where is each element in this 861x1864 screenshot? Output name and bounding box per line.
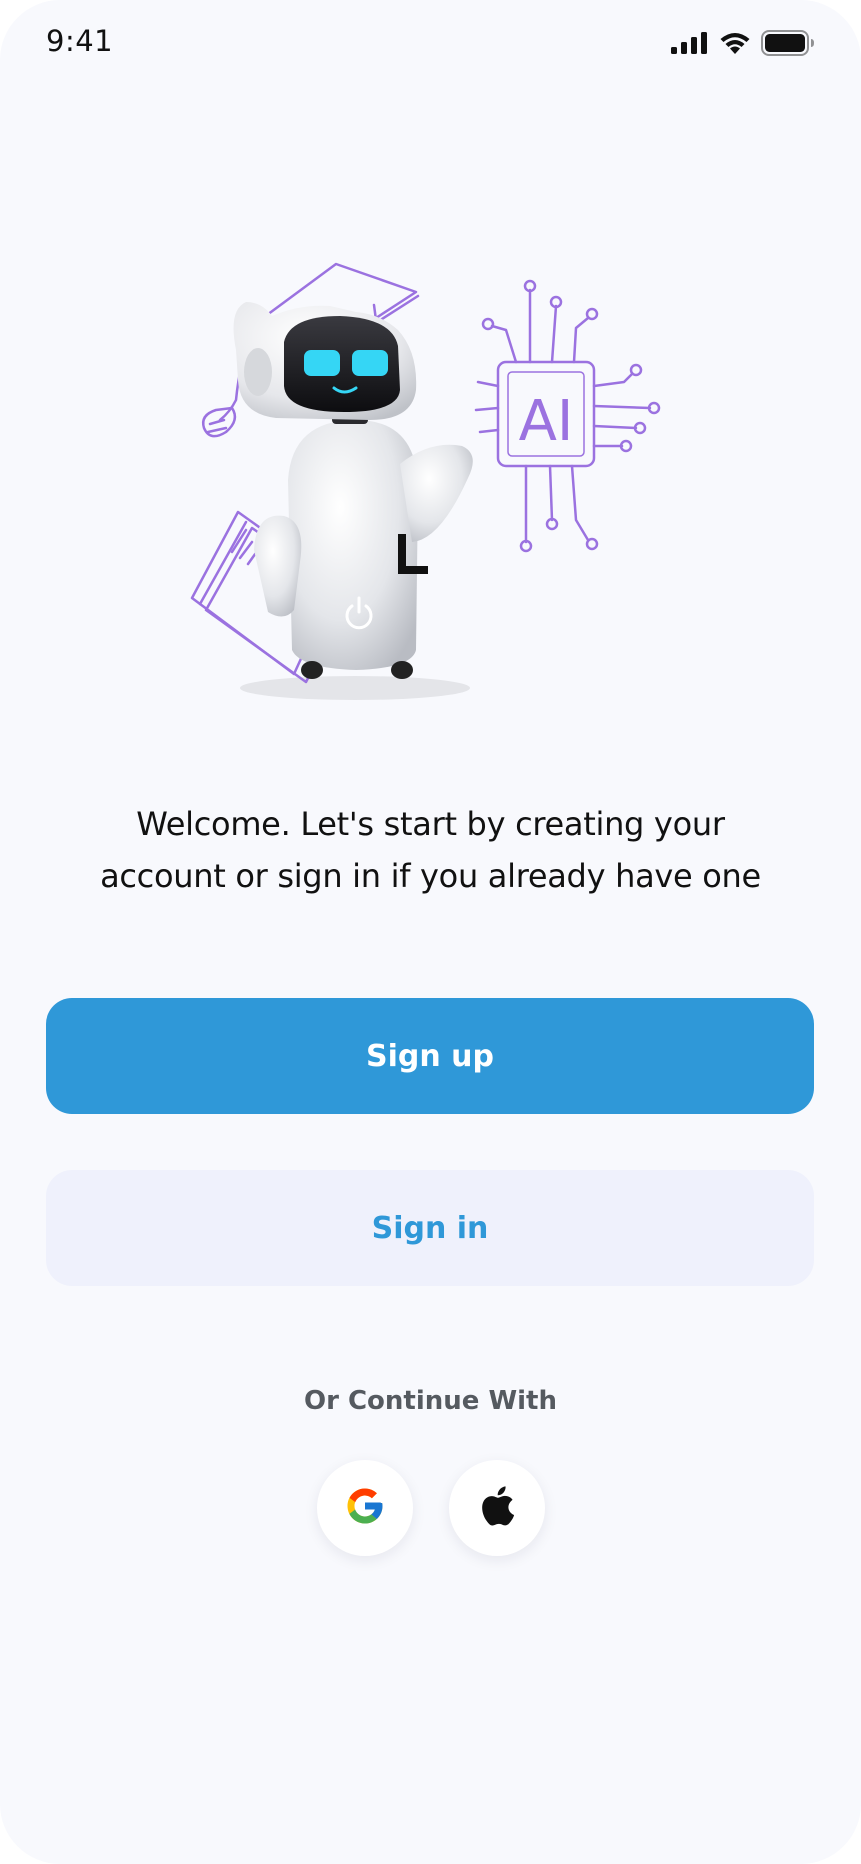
- apple-icon: [479, 1485, 515, 1531]
- status-time: 9:41: [46, 24, 114, 58]
- social-login-row: [0, 1460, 861, 1556]
- or-continue-heading: Or Continue With: [303, 1386, 557, 1416]
- google-login-button[interactable]: [316, 1460, 413, 1556]
- status-icons: [671, 30, 815, 60]
- chip-label: AI: [519, 389, 574, 454]
- sign-up-button[interactable]: Sign up: [46, 998, 814, 1114]
- welcome-line-1: Welcome. Let's start by creating your: [136, 805, 725, 843]
- status-bar: 9:41: [0, 0, 861, 90]
- welcome-line-2: account or sign in if you already have o…: [100, 857, 761, 895]
- battery-icon: [761, 30, 815, 60]
- sign-up-label: Sign up: [366, 1038, 494, 1074]
- wifi-icon: [719, 31, 751, 59]
- sign-in-label: Sign in: [371, 1210, 489, 1246]
- welcome-message: Welcome. Let's start by creating your ac…: [60, 798, 801, 902]
- google-icon: [344, 1485, 386, 1531]
- sign-in-button[interactable]: Sign in: [46, 1170, 814, 1286]
- welcome-screen: 9:41 AI Welcome. Let's start by creating…: [0, 0, 861, 1864]
- signal-icon: [671, 32, 709, 58]
- apple-login-button[interactable]: [448, 1460, 545, 1556]
- robot-illustration: AI: [180, 250, 700, 710]
